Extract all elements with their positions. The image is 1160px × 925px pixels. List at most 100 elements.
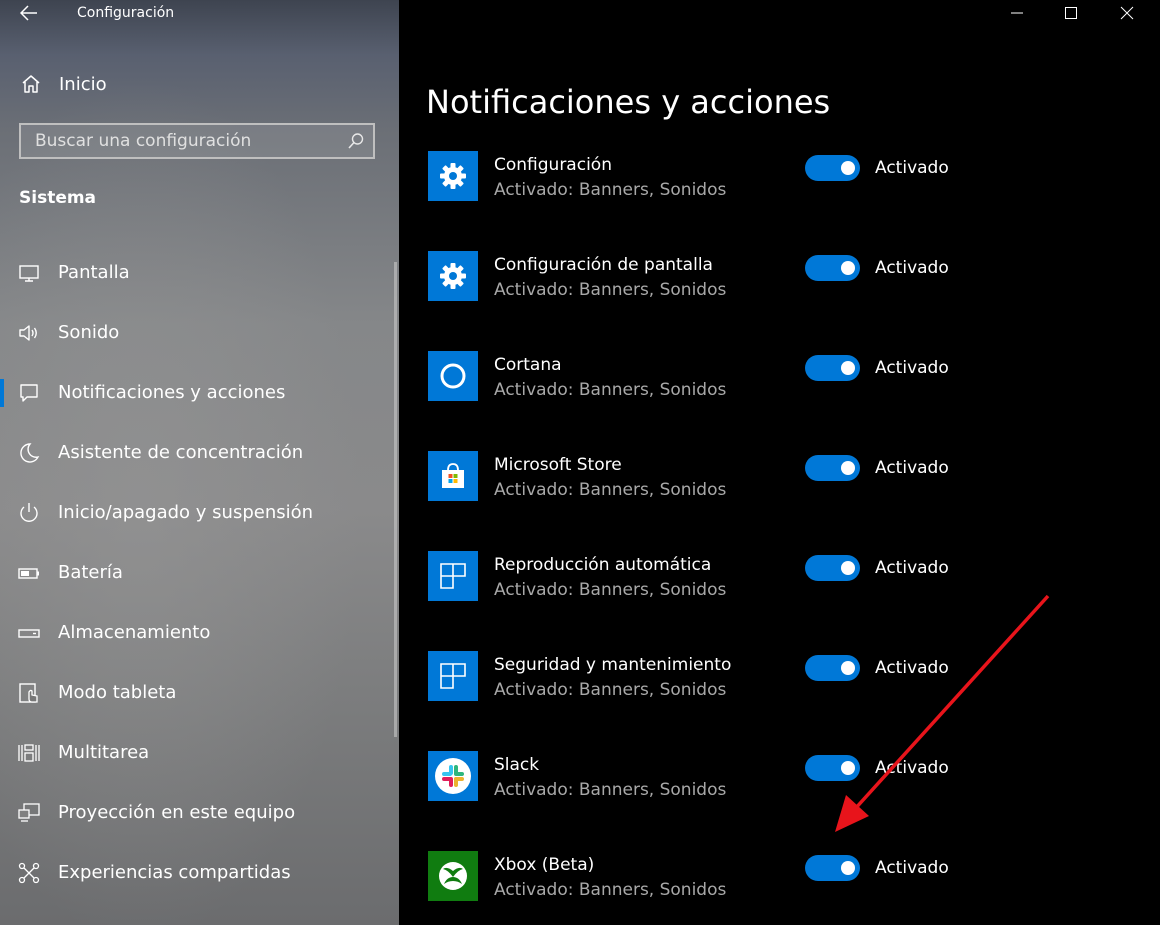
projection-icon [18, 803, 40, 822]
notification-toggle[interactable] [805, 855, 860, 881]
nav-home[interactable]: Inicio [20, 70, 380, 98]
app-tile [428, 351, 478, 401]
home-icon [20, 73, 42, 95]
sidebar-item-label: Inicio/apagado y suspensión [58, 502, 314, 523]
notification-toggle[interactable] [805, 255, 860, 281]
selection-indicator [0, 379, 4, 407]
sidebar-item-experiencias[interactable]: Experiencias compartidas [0, 853, 399, 893]
sidebar-item-energia[interactable]: Inicio/apagado y suspensión [0, 493, 399, 533]
app-status[interactable]: Activado: Banners, Sonidos [494, 779, 726, 801]
nav-home-label: Inicio [59, 73, 107, 95]
sidebar-item-concentracion[interactable]: Asistente de concentración [0, 433, 399, 473]
section-title: Sistema [19, 188, 97, 208]
toggle-label: Activado [875, 458, 949, 478]
toggle-label: Activado [875, 258, 949, 278]
toggle-label: Activado [875, 758, 949, 778]
sidebar-item-label: Almacenamiento [58, 622, 211, 643]
app-tile [428, 251, 478, 301]
app-status[interactable]: Activado: Banners, Sonidos [494, 279, 726, 301]
toggle-knob [841, 861, 855, 875]
sidebar-item-pantalla[interactable]: Pantalla [0, 253, 399, 293]
sidebar-item-almacenamiento[interactable]: Almacenamiento [0, 613, 399, 653]
app-status[interactable]: Activado: Banners, Sonidos [494, 579, 726, 601]
sidebar-item-label: Multitarea [58, 742, 150, 763]
close-icon [1120, 6, 1134, 20]
toggle-label: Activado [875, 658, 949, 678]
minimize-button[interactable] [1006, 3, 1028, 23]
notification-toggle[interactable] [805, 155, 860, 181]
close-button[interactable] [1116, 3, 1138, 23]
app-tile [428, 451, 478, 501]
sidebar: Configuración Inicio Sistema [0, 0, 399, 925]
sidebar-item-notificaciones[interactable]: Notificaciones y acciones [0, 373, 399, 413]
search-box[interactable] [19, 123, 375, 159]
slack-logo-icon [435, 758, 471, 794]
sidebar-item-bateria[interactable]: Batería [0, 553, 399, 593]
search-input[interactable] [21, 125, 335, 157]
app-status[interactable]: Activado: Banners, Sonidos [494, 379, 726, 401]
toggle-knob [841, 561, 855, 575]
app-name: Reproducción automática [494, 555, 712, 575]
sidebar-item-multitarea[interactable]: Multitarea [0, 733, 399, 773]
sidebar-item-label: Experiencias compartidas [58, 862, 291, 883]
sidebar-item-label: Notificaciones y acciones [58, 382, 286, 403]
gear-icon [440, 163, 466, 189]
sidebar-item-label: Modo tableta [58, 682, 177, 703]
notification-toggle[interactable] [805, 755, 860, 781]
multitask-icon [18, 744, 40, 762]
app-status[interactable]: Activado: Banners, Sonidos [494, 879, 726, 901]
toggle-knob [841, 761, 855, 775]
toggle-knob [841, 361, 855, 375]
app-name: Slack [494, 755, 540, 775]
main-content: Notificaciones y acciones Configuración … [399, 0, 1160, 925]
back-button[interactable] [16, 2, 42, 24]
sidebar-item-modo-tableta[interactable]: Modo tableta [0, 673, 399, 713]
maximize-button[interactable] [1060, 3, 1082, 23]
app-name: Configuración [494, 155, 612, 175]
app-name: Xbox (Beta) [494, 855, 595, 875]
toggle-knob [841, 661, 855, 675]
sidebar-item-label: Pantalla [58, 262, 130, 283]
app-name: Configuración de pantalla [494, 255, 713, 275]
maximize-icon [1065, 7, 1077, 19]
app-tile [428, 151, 478, 201]
notification-toggle[interactable] [805, 555, 860, 581]
sidebar-item-label: Sonido [58, 322, 120, 343]
app-tile [428, 751, 478, 801]
app-row-configuracion-pantalla: Configuración de pantalla Activado: Bann… [428, 251, 1128, 311]
notification-toggle[interactable] [805, 455, 860, 481]
app-row-xbox: Xbox (Beta) Activado: Banners, Sonidos A… [428, 851, 1128, 911]
autoplay-grid-icon [440, 563, 466, 589]
xbox-logo-icon [439, 862, 467, 890]
titlebar: Configuración [0, 0, 399, 28]
app-status[interactable]: Activado: Banners, Sonidos [494, 179, 726, 201]
app-name: Cortana [494, 355, 562, 375]
app-status[interactable]: Activado: Banners, Sonidos [494, 479, 726, 501]
app-row-microsoft-store: Microsoft Store Activado: Banners, Sonid… [428, 451, 1128, 511]
sidebar-item-sonido[interactable]: Sonido [0, 313, 399, 353]
battery-icon [18, 568, 39, 579]
app-row-configuracion: Configuración Activado: Banners, Sonidos… [428, 151, 1128, 211]
toggle-knob [841, 161, 855, 175]
search-icon[interactable] [347, 132, 365, 150]
app-row-seguridad-mantenimiento: Seguridad y mantenimiento Activado: Bann… [428, 651, 1128, 711]
sidebar-item-label: Asistente de concentración [58, 442, 304, 463]
speaker-icon [19, 325, 37, 341]
storage-icon [18, 629, 40, 638]
sidebar-item-label: Batería [58, 562, 123, 583]
gear-icon [440, 263, 466, 289]
app-status[interactable]: Activado: Banners, Sonidos [494, 679, 726, 701]
app-row-slack: Slack Activado: Banners, Sonidos Activad… [428, 751, 1128, 811]
toggle-knob [841, 261, 855, 275]
app-tile [428, 851, 478, 901]
app-name: Microsoft Store [494, 455, 622, 475]
store-bag-icon [442, 463, 464, 488]
notification-toggle[interactable] [805, 655, 860, 681]
sidebar-scrollbar[interactable] [394, 262, 397, 737]
app-row-cortana: Cortana Activado: Banners, Sonidos Activ… [428, 351, 1128, 411]
shared-icon [18, 862, 40, 884]
sidebar-item-proyeccion[interactable]: Proyección en este equipo [0, 793, 399, 833]
notification-toggle[interactable] [805, 355, 860, 381]
tablet-icon [19, 683, 38, 703]
minimize-icon [1011, 12, 1023, 14]
